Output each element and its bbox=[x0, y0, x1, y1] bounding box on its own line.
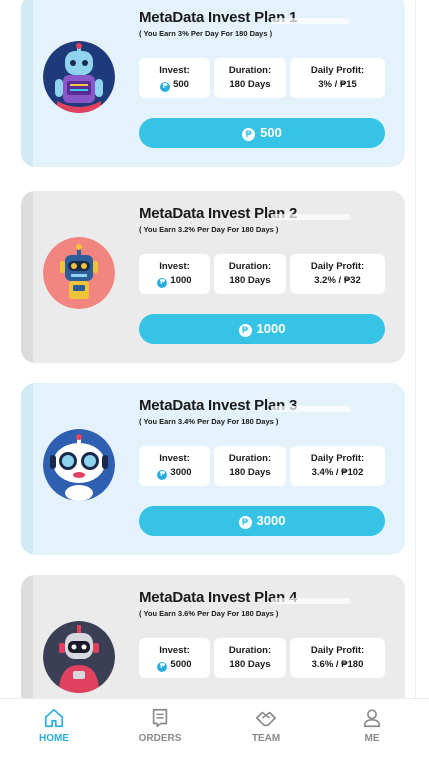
home-icon bbox=[44, 708, 64, 728]
plan-card: MetaData Invest Plan 1 ( You Earn 3% Per… bbox=[21, 0, 405, 167]
plan-subtitle: ( You Earn 3.6% Per Day For 180 Days ) bbox=[139, 609, 279, 618]
invest-box: Invest: ₱ 1000 bbox=[139, 254, 210, 294]
invest-button[interactable]: ₱ 1000 bbox=[139, 314, 385, 344]
scrollbar[interactable] bbox=[415, 0, 416, 698]
daily-profit-value: 3.6% / ₱180 bbox=[311, 659, 364, 670]
peso-coin-icon: ₱ bbox=[157, 278, 168, 288]
tab-me[interactable]: ME bbox=[332, 707, 412, 744]
plan-subtitle: ( You Earn 3.4% Per Day For 180 Days ) bbox=[139, 417, 279, 426]
plan-subtitle: ( You Earn 3% Per Day For 180 Days ) bbox=[139, 29, 273, 38]
invest-button-label: 500 bbox=[260, 125, 282, 140]
user-icon bbox=[363, 709, 381, 728]
peso-coin-icon: ₱ bbox=[242, 128, 256, 141]
tab-home[interactable]: HOME bbox=[14, 707, 94, 744]
peso-coin-icon: ₱ bbox=[160, 82, 171, 92]
robot-avatar-icon bbox=[43, 429, 115, 501]
card-edge bbox=[21, 575, 33, 698]
tab-orders[interactable]: ORDERS bbox=[120, 707, 200, 744]
bottom-tab-bar: HOME ORDERS TEAM ME bbox=[0, 698, 429, 767]
duration-value: 180 Days bbox=[229, 275, 271, 286]
duration-box: Duration: 180 Days bbox=[214, 638, 286, 678]
card-edge bbox=[21, 383, 33, 555]
invest-value: ₱ 500 bbox=[139, 79, 210, 92]
duration-box: Duration: 180 Days bbox=[214, 446, 286, 486]
invest-box: Invest: ₱ 5000 bbox=[139, 638, 210, 678]
daily-profit-value: 3.2% / ₱32 bbox=[314, 275, 361, 286]
duration-label: Duration: bbox=[228, 65, 272, 76]
invest-button-label: 3000 bbox=[256, 513, 286, 528]
daily-profit-box: Daily Profit: 3% / ₱15 bbox=[290, 58, 385, 98]
invest-box: Invest: ₱ 500 bbox=[139, 58, 210, 98]
daily-profit-label: Daily Profit: bbox=[310, 645, 365, 656]
peso-coin-icon: ₱ bbox=[157, 470, 168, 480]
tab-me-label: ME bbox=[364, 733, 380, 744]
title-decoration bbox=[271, 18, 351, 24]
invest-label: Invest: bbox=[159, 453, 190, 464]
invest-box: Invest: ₱ 3000 bbox=[139, 446, 210, 486]
daily-profit-value: 3% / ₱15 bbox=[318, 79, 357, 90]
peso-coin-icon: ₱ bbox=[238, 324, 252, 337]
team-icon bbox=[256, 711, 276, 727]
duration-box: Duration: 180 Days bbox=[214, 58, 286, 98]
robot-avatar-icon bbox=[43, 41, 115, 113]
daily-profit-box: Daily Profit: 3.2% / ₱32 bbox=[290, 254, 385, 294]
plan-card: MetaData Invest Plan 4 ( You Earn 3.6% P… bbox=[21, 575, 405, 698]
title-decoration bbox=[271, 214, 351, 220]
orders-icon bbox=[152, 708, 168, 728]
tab-orders-label: ORDERS bbox=[138, 733, 182, 744]
invest-label: Invest: bbox=[159, 65, 190, 76]
duration-box: Duration: 180 Days bbox=[214, 254, 286, 294]
peso-coin-icon: ₱ bbox=[238, 516, 252, 529]
daily-profit-box: Daily Profit: 3.6% / ₱180 bbox=[290, 638, 385, 678]
daily-profit-box: Daily Profit: 3.4% / ₱102 bbox=[290, 446, 385, 486]
peso-coin-icon: ₱ bbox=[157, 662, 168, 672]
invest-button[interactable]: ₱ 500 bbox=[139, 118, 385, 148]
plans-list[interactable]: MetaData Invest Plan 1 ( You Earn 3% Per… bbox=[0, 0, 429, 698]
plan-card: MetaData Invest Plan 2 ( You Earn 3.2% P… bbox=[21, 191, 405, 363]
robot-avatar-icon bbox=[43, 621, 115, 693]
plan-card: MetaData Invest Plan 3 ( You Earn 3.4% P… bbox=[21, 383, 405, 555]
duration-label: Duration: bbox=[228, 645, 272, 656]
invest-button[interactable]: ₱ 3000 bbox=[139, 506, 385, 536]
daily-profit-label: Daily Profit: bbox=[310, 65, 365, 76]
invest-label: Invest: bbox=[159, 645, 190, 656]
invest-value: ₱ 5000 bbox=[139, 659, 210, 672]
tab-home-label: HOME bbox=[39, 733, 69, 744]
invest-button-label: 1000 bbox=[256, 321, 286, 336]
duration-label: Duration: bbox=[228, 261, 272, 272]
title-decoration bbox=[271, 406, 351, 412]
invest-value: ₱ 3000 bbox=[139, 467, 210, 480]
daily-profit-label: Daily Profit: bbox=[310, 261, 365, 272]
invest-value: ₱ 1000 bbox=[139, 275, 210, 288]
invest-label: Invest: bbox=[159, 261, 190, 272]
robot-avatar-icon bbox=[43, 237, 115, 309]
plan-subtitle: ( You Earn 3.2% Per Day For 180 Days ) bbox=[139, 225, 279, 234]
tab-team[interactable]: TEAM bbox=[226, 707, 306, 744]
daily-profit-label: Daily Profit: bbox=[310, 453, 365, 464]
daily-profit-value: 3.4% / ₱102 bbox=[311, 467, 364, 478]
duration-label: Duration: bbox=[228, 453, 272, 464]
title-decoration bbox=[271, 598, 351, 604]
card-edge bbox=[21, 0, 33, 167]
card-edge bbox=[21, 191, 33, 363]
duration-value: 180 Days bbox=[229, 659, 271, 670]
duration-value: 180 Days bbox=[229, 79, 271, 90]
tab-team-label: TEAM bbox=[251, 733, 281, 744]
duration-value: 180 Days bbox=[229, 467, 271, 478]
